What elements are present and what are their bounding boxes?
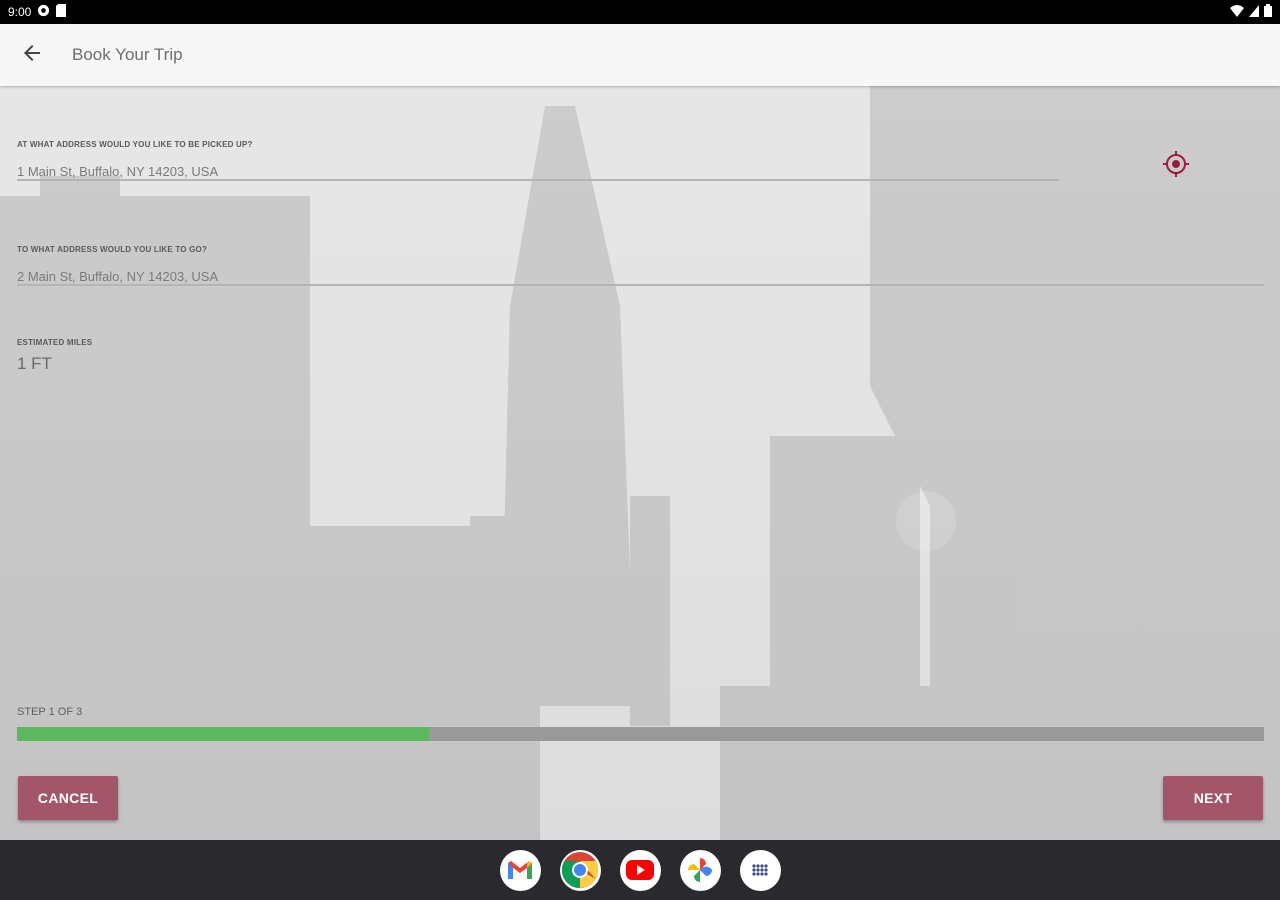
- dropoff-label: TO WHAT ADDRESS WOULD YOU LIKE TO GO?: [17, 245, 208, 254]
- gmail-icon[interactable]: [499, 849, 541, 891]
- battery-icon: [1264, 4, 1272, 20]
- estimated-miles-value: 1 FT: [17, 354, 52, 373]
- dropoff-address-input[interactable]: [17, 266, 1257, 286]
- app-launcher-icon[interactable]: [739, 849, 781, 891]
- current-location-button[interactable]: [1158, 148, 1194, 184]
- photos-icon[interactable]: [679, 849, 721, 891]
- trip-form-screen: AT WHAT ADDRESS WOULD YOU LIKE TO BE PIC…: [0, 86, 1280, 840]
- app-bar: Book Your Trip: [0, 24, 1280, 86]
- pickup-underline: [17, 179, 1059, 181]
- progress-bar: [17, 727, 1264, 741]
- status-time: 9:00: [8, 5, 32, 19]
- step-indicator: STEP 1 OF 3: [17, 706, 83, 718]
- back-button[interactable]: [0, 24, 64, 86]
- pickup-label: AT WHAT ADDRESS WOULD YOU LIKE TO BE PIC…: [17, 140, 253, 149]
- next-button[interactable]: NEXT: [1163, 776, 1263, 820]
- cancel-button[interactable]: CANCEL: [18, 776, 118, 820]
- wifi-icon: [1230, 4, 1244, 20]
- status-bar: 9:00: [0, 0, 1280, 24]
- my-location-icon: [1162, 150, 1190, 183]
- dropoff-underline: [17, 284, 1264, 286]
- signal-icon: [1249, 4, 1259, 20]
- youtube-icon[interactable]: [619, 849, 661, 891]
- pickup-address-input[interactable]: [17, 161, 1047, 181]
- settings-status-icon: [37, 4, 50, 20]
- page-title: Book Your Trip: [72, 45, 183, 64]
- progress-bar-fill: [17, 727, 429, 741]
- taskbar-dock: [0, 840, 1280, 900]
- chrome-icon[interactable]: [559, 849, 601, 891]
- arrow-back-icon: [23, 44, 41, 67]
- sd-card-icon: [56, 4, 67, 20]
- estimated-miles-label: ESTIMATED MILES: [17, 338, 93, 347]
